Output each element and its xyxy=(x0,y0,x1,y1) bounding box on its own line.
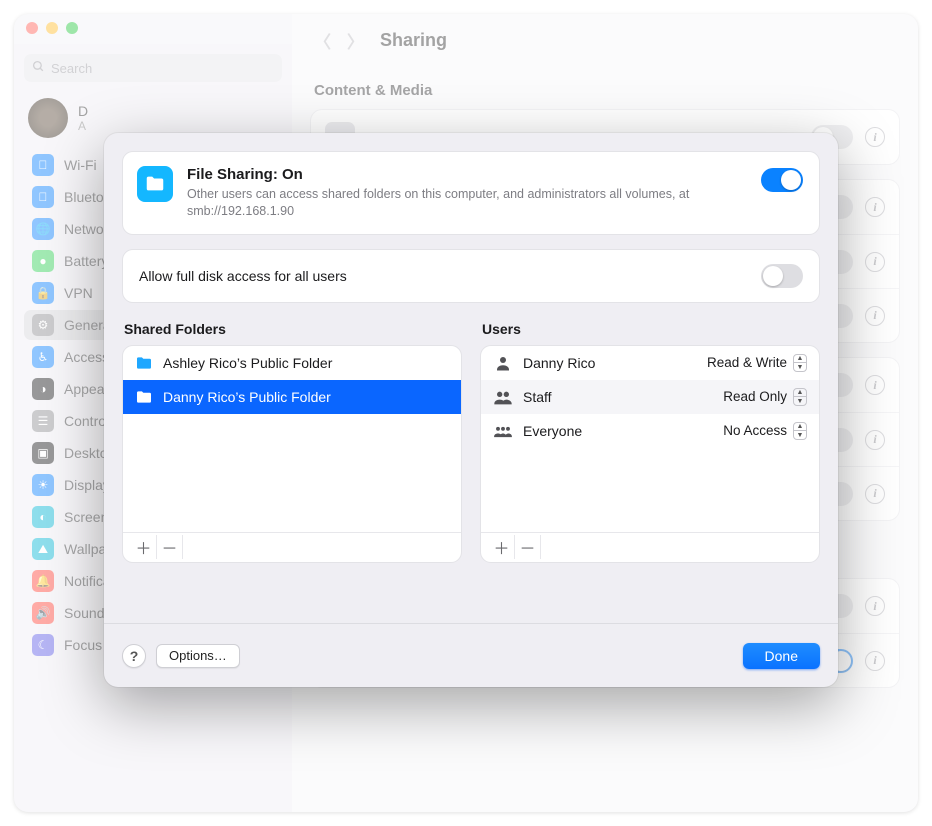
shared-folders-title: Shared Folders xyxy=(124,321,460,337)
fda-label: Allow full disk access for all users xyxy=(139,268,347,284)
done-button[interactable]: Done xyxy=(743,643,820,669)
wi-fi-icon: 􀙇 xyxy=(32,154,54,176)
person-icon xyxy=(493,354,513,372)
network-icon: 🌐 xyxy=(32,218,54,240)
search-icon xyxy=(32,60,45,76)
section-title: Content & Media xyxy=(292,66,918,109)
people-icon xyxy=(493,388,513,406)
info-icon[interactable]: i xyxy=(865,197,885,217)
folder-share-icon xyxy=(137,166,173,202)
user-row[interactable]: Danny Rico Read & Write ▲▼ xyxy=(481,346,819,380)
desktop & dock-icon: ▣ xyxy=(32,442,54,464)
accessibility-icon: ♿︎ xyxy=(32,346,54,368)
user-sub: A xyxy=(78,119,88,133)
user-name: Staff xyxy=(523,389,552,405)
sidebar-item-label: Sound xyxy=(64,605,104,621)
appearance-icon: ◑ xyxy=(32,378,54,400)
info-icon[interactable]: i xyxy=(865,651,885,671)
search-input[interactable]: Search xyxy=(24,54,282,82)
folder-name: Danny Rico’s Public Folder xyxy=(163,389,331,405)
stepper-icon: ▲▼ xyxy=(793,354,807,372)
shared-folder-row[interactable]: Ashley Rico’s Public Folder xyxy=(123,346,461,380)
sound-icon: 🔊 xyxy=(32,602,54,624)
close-dot[interactable] xyxy=(26,22,38,34)
folder-icon xyxy=(135,356,153,370)
user-name: Danny Rico xyxy=(523,355,595,371)
options-button[interactable]: Options… xyxy=(156,644,240,668)
sidebar-item-label: Battery xyxy=(64,253,108,269)
vpn-icon: 🔒 xyxy=(32,282,54,304)
add-user-button[interactable]: ＋ xyxy=(489,535,515,559)
nav-back-icon[interactable]: 〈 xyxy=(314,28,331,53)
info-icon[interactable]: i xyxy=(865,484,885,504)
info-icon[interactable]: i xyxy=(865,375,885,395)
zoom-dot[interactable] xyxy=(66,22,78,34)
add-folder-button[interactable]: ＋ xyxy=(131,535,157,559)
user-name: D xyxy=(78,103,88,119)
user-row[interactable]: Everyone No Access ▲▼ xyxy=(481,414,819,448)
file-sharing-toggle[interactable] xyxy=(761,168,803,192)
full-disk-access-toggle[interactable] xyxy=(761,264,803,288)
bluetooth-icon: 􀖀 xyxy=(32,186,54,208)
stepper-icon: ▲▼ xyxy=(793,388,807,406)
user-row[interactable]: D A xyxy=(28,98,278,138)
permission-select[interactable]: No Access ▲▼ xyxy=(723,422,807,440)
avatar xyxy=(28,98,68,138)
permission-label: No Access xyxy=(723,423,787,438)
user-name: Everyone xyxy=(523,423,582,439)
sidebar-item-label: VPN xyxy=(64,285,93,301)
sidebar-item-label: Focus xyxy=(64,637,102,653)
info-icon[interactable]: i xyxy=(865,127,885,147)
remove-user-button[interactable]: － xyxy=(515,535,541,559)
info-icon[interactable]: i xyxy=(865,596,885,616)
minimize-dot[interactable] xyxy=(46,22,58,34)
file-sharing-dialog: File Sharing: On Other users can access … xyxy=(104,133,838,687)
folder-name: Ashley Rico’s Public Folder xyxy=(163,355,332,371)
fs-title: File Sharing: On xyxy=(187,166,747,183)
battery-icon: ● xyxy=(32,250,54,272)
nav-fwd-icon[interactable]: 〉 xyxy=(347,28,364,53)
wallpaper-icon: ⛰ xyxy=(32,538,54,560)
permission-select[interactable]: Read & Write ▲▼ xyxy=(707,354,807,372)
file-sharing-panel: File Sharing: On Other users can access … xyxy=(122,151,820,235)
info-icon[interactable]: i xyxy=(865,306,885,326)
info-icon[interactable]: i xyxy=(865,430,885,450)
traffic-lights xyxy=(26,22,78,34)
help-button[interactable]: ? xyxy=(122,644,146,668)
focus-icon: ☾ xyxy=(32,634,54,656)
dialog-footer: ? Options… Done xyxy=(104,623,838,687)
folder-icon xyxy=(135,390,153,404)
full-disk-access-row: Allow full disk access for all users xyxy=(122,249,820,303)
users-list[interactable]: Danny Rico Read & Write ▲▼ Staff Read On… xyxy=(480,345,820,563)
permission-select[interactable]: Read Only ▲▼ xyxy=(723,388,807,406)
remove-folder-button[interactable]: － xyxy=(157,535,183,559)
users-title: Users xyxy=(482,321,818,337)
screen saver-icon: ◐ xyxy=(32,506,54,528)
user-row[interactable]: Staff Read Only ▲▼ xyxy=(481,380,819,414)
stepper-icon: ▲▼ xyxy=(793,422,807,440)
sidebar-item-label: Wi-Fi xyxy=(64,157,97,173)
page-title: Sharing xyxy=(380,30,447,51)
displays-icon: ☀ xyxy=(32,474,54,496)
shared-folders-list[interactable]: Ashley Rico’s Public Folder Danny Rico’s… xyxy=(122,345,462,563)
control center-icon: ☰ xyxy=(32,410,54,432)
fs-desc: Other users can access shared folders on… xyxy=(187,186,747,220)
everyone-icon xyxy=(493,422,513,440)
shared-folder-row[interactable]: Danny Rico’s Public Folder xyxy=(123,380,461,414)
permission-label: Read Only xyxy=(723,389,787,404)
search-placeholder: Search xyxy=(51,61,92,76)
general-icon: ⚙ xyxy=(32,314,54,336)
permission-label: Read & Write xyxy=(707,355,787,370)
notifications-icon: 🔔 xyxy=(32,570,54,592)
info-icon[interactable]: i xyxy=(865,252,885,272)
